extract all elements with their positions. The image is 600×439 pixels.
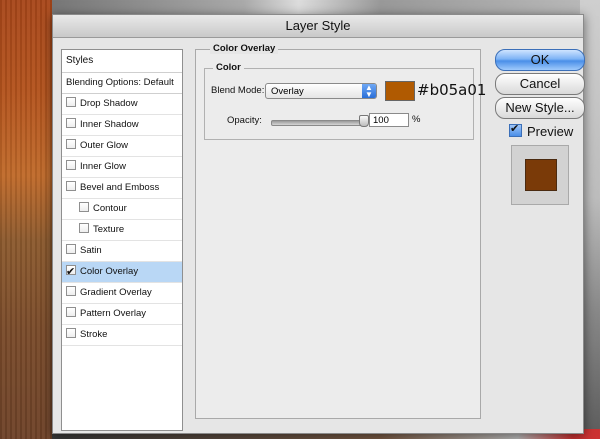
color-group-title: Color (213, 62, 244, 73)
style-item-inner-shadow[interactable]: Inner Shadow (62, 115, 182, 136)
checkbox-inner-glow[interactable] (66, 160, 76, 170)
styles-list: Styles Blending Options: Default Drop Sh… (61, 49, 183, 431)
checkbox-color-overlay[interactable] (66, 262, 76, 282)
preview-checkbox[interactable] (509, 122, 522, 137)
checkbox-satin[interactable] (66, 244, 76, 254)
preview-thumbnail (511, 145, 569, 205)
ok-button[interactable]: OK (495, 49, 585, 71)
style-item-label: Contour (93, 203, 127, 214)
style-item-label: Pattern Overlay (80, 308, 146, 319)
style-item-label: Outer Glow (80, 140, 129, 151)
style-item-drop-shadow[interactable]: Drop Shadow (62, 94, 182, 115)
checkbox-pattern-overlay[interactable] (66, 307, 76, 317)
opacity-label: Opacity: (227, 115, 262, 126)
checkbox-bevel-emboss[interactable] (66, 181, 76, 191)
checkbox-stroke[interactable] (66, 328, 76, 338)
styles-header[interactable]: Styles (62, 50, 182, 73)
style-item-label: Stroke (80, 329, 108, 340)
layer-style-dialog: Layer Style Styles Blending Options: Def… (52, 14, 585, 434)
style-item-label: Satin (80, 245, 102, 256)
blend-mode-value: Overlay (271, 86, 304, 97)
style-item-label: Drop Shadow (80, 98, 138, 109)
style-item-label: Texture (93, 224, 125, 235)
checkbox-inner-shadow[interactable] (66, 118, 76, 128)
blend-mode-label: Blend Mode: (211, 85, 265, 96)
blend-mode-select[interactable]: Overlay ▲ ▼ (265, 83, 377, 99)
style-item-label: Inner Shadow (80, 119, 139, 130)
style-item-pattern-overlay[interactable]: Pattern Overlay (62, 304, 182, 325)
style-item-gradient-overlay[interactable]: Gradient Overlay (62, 283, 182, 304)
style-item-color-overlay[interactable]: Color Overlay (62, 262, 182, 283)
style-item-label: Gradient Overlay (80, 287, 152, 298)
style-item-contour[interactable]: Contour (62, 199, 182, 220)
opacity-unit: % (412, 114, 421, 125)
style-item-label: Inner Glow (80, 161, 126, 172)
preview-checkbox-row[interactable]: Preview (509, 122, 574, 139)
checkbox-drop-shadow[interactable] (66, 97, 76, 107)
style-item-satin[interactable]: Satin (62, 241, 182, 262)
color-overlay-options: Color Overlay Color Blend Mode: Overlay … (195, 43, 486, 419)
style-item-texture[interactable]: Texture (62, 220, 182, 241)
blending-options-item[interactable]: Blending Options: Default (62, 73, 182, 94)
background-top-strip (52, 0, 600, 14)
preview-label: Preview (527, 124, 574, 139)
checkbox-outer-glow[interactable] (66, 139, 76, 149)
dialog-title: Layer Style (53, 15, 583, 38)
opacity-slider-track[interactable] (271, 120, 367, 126)
opacity-slider-thumb[interactable] (359, 115, 369, 127)
updown-arrow-icon: ▲ ▼ (362, 84, 376, 99)
checkbox-gradient-overlay[interactable] (66, 286, 76, 296)
style-item-outer-glow[interactable]: Outer Glow (62, 136, 182, 157)
style-item-bevel-emboss[interactable]: Bevel and Emboss (62, 178, 182, 199)
style-item-stroke[interactable]: Stroke (62, 325, 182, 346)
new-style-button[interactable]: New Style... (495, 97, 585, 119)
cancel-button[interactable]: Cancel (495, 73, 585, 95)
section-title: Color Overlay (210, 43, 279, 54)
style-item-label: Bevel and Emboss (80, 182, 160, 193)
style-item-inner-glow[interactable]: Inner Glow (62, 157, 182, 178)
background-canvas-image (0, 0, 52, 439)
preview-swatch (525, 159, 557, 191)
color-hex-annotation: #b05a01 (417, 81, 487, 99)
checkbox-contour[interactable] (79, 202, 89, 212)
overlay-color-swatch[interactable] (385, 81, 415, 101)
style-item-label: Color Overlay (80, 266, 139, 277)
checkbox-texture[interactable] (79, 223, 89, 233)
opacity-input[interactable]: 100 (369, 113, 409, 127)
color-group: Color Blend Mode: Overlay ▲ ▼ #b05a01 Opa… (204, 62, 486, 140)
